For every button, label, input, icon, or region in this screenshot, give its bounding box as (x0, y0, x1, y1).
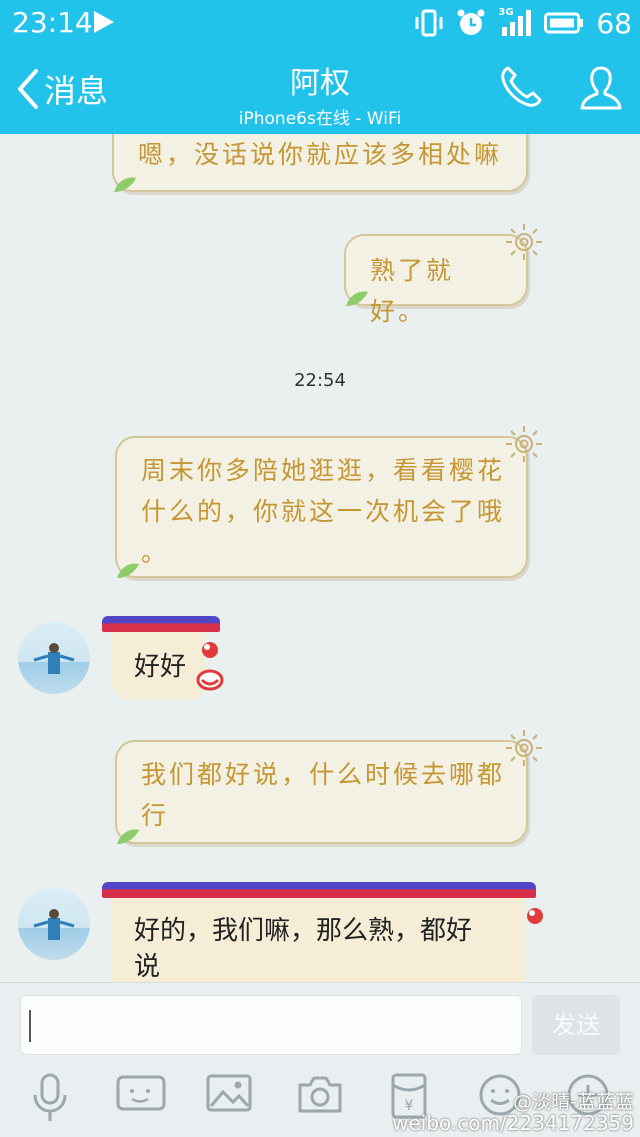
input-bar: 发送 ¥ @淡晴-蓝蓝蓝 weibo.com/2234172359 (0, 982, 640, 1137)
chat-title-area: 阿权 iPhone6s在线 - WiFi (0, 58, 640, 129)
vibrate-icon (415, 9, 443, 37)
avatar-photo-icon (33, 643, 75, 674)
sun-swirl-icon (506, 426, 542, 462)
leaf-icon (117, 829, 139, 844)
play-icon (94, 11, 114, 33)
status-bar: 23:14 3G 68 (0, 0, 640, 48)
message-line: 。 (141, 538, 170, 567)
message-timestamp: 22:54 (294, 370, 346, 391)
online-status: iPhone6s在线 - WiFi (238, 109, 402, 129)
clown-hat-decoration (102, 616, 220, 632)
call-button[interactable] (498, 64, 544, 114)
microphone-icon (33, 1073, 67, 1121)
video-call-button[interactable] (116, 1073, 166, 1117)
message-line: 什么的，你就这一次机会了哦 (141, 497, 506, 526)
contact-name: 阿权 (290, 66, 350, 101)
photo-button[interactable] (206, 1073, 252, 1117)
message-text: 嗯，没话说你就应该多相处嘛 (138, 140, 503, 169)
person-icon (580, 66, 622, 110)
message-line: 周末你多陪她逛逛，看看樱花 (141, 456, 506, 485)
message-line: 好的，我们嘛，那么熟，都好 (134, 916, 473, 946)
text-caret (29, 1010, 31, 1042)
contact-avatar[interactable] (18, 622, 90, 694)
message-bubble-sent[interactable]: 我们都好说，什么时候去哪都 行 (115, 730, 542, 844)
sun-swirl-icon (506, 730, 542, 766)
message-line: 行 (141, 801, 170, 830)
battery-level: 68 (596, 6, 632, 40)
message-text: 好好 (134, 652, 187, 682)
leaf-icon (114, 177, 136, 192)
image-icon (206, 1074, 252, 1112)
watermark-url: weibo.com/2234172359 (392, 1111, 634, 1135)
message-bubble-sent[interactable]: 嗯，没话说你就应该多相处嘛 (112, 134, 528, 192)
signal-icon: 3G (498, 7, 532, 37)
sun-swirl-icon (506, 224, 542, 260)
leaf-icon (346, 291, 368, 306)
camera-icon (298, 1076, 342, 1113)
message-list[interactable]: 嗯，没话说你就应该多相处嘛 熟了就好。 22:54 周末你多陪她逛逛，看看樱花 … (0, 134, 640, 982)
profile-button[interactable] (578, 64, 624, 116)
clown-hat-decoration (102, 882, 536, 898)
message-input[interactable] (20, 995, 522, 1055)
chat-header: 消息 阿权 iPhone6s在线 - WiFi (0, 48, 640, 134)
voice-button[interactable] (30, 1073, 70, 1127)
qq-chat-screen: 23:14 3G 68 消息 阿权 iPhone6s在线 - WiFi 嗯，没话… (0, 0, 640, 1137)
message-line: 说 (134, 952, 161, 982)
status-time: 23:14 (12, 6, 93, 39)
alarm-icon (457, 9, 485, 35)
message-text: 熟了就好。 (370, 256, 455, 326)
message-bubble-sent[interactable]: 熟了就好。 (344, 224, 542, 326)
video-icon (116, 1075, 166, 1111)
message-bubble-received[interactable]: 好好 (102, 616, 224, 700)
battery-icon (544, 12, 584, 34)
status-icons: 3G 68 (414, 6, 632, 40)
phone-icon (501, 66, 542, 107)
message-bubble-sent[interactable]: 周末你多陪她逛逛，看看樱花 什么的，你就这一次机会了哦 。 (115, 426, 542, 578)
send-button[interactable]: 发送 (532, 995, 620, 1055)
leaf-icon (117, 563, 139, 578)
message-line: 我们都好说，什么时候去哪都 (141, 760, 506, 789)
watermark-handle: @淡晴-蓝蓝蓝 (513, 1091, 634, 1113)
clown-face-icon (527, 908, 543, 924)
avatar-photo-icon (33, 909, 75, 940)
message-bubble-received[interactable]: 好的，我们嘛，那么熟，都好 说 (102, 882, 543, 982)
camera-button[interactable] (296, 1073, 344, 1119)
clown-face-icon (196, 642, 224, 691)
contact-avatar[interactable] (18, 888, 90, 960)
